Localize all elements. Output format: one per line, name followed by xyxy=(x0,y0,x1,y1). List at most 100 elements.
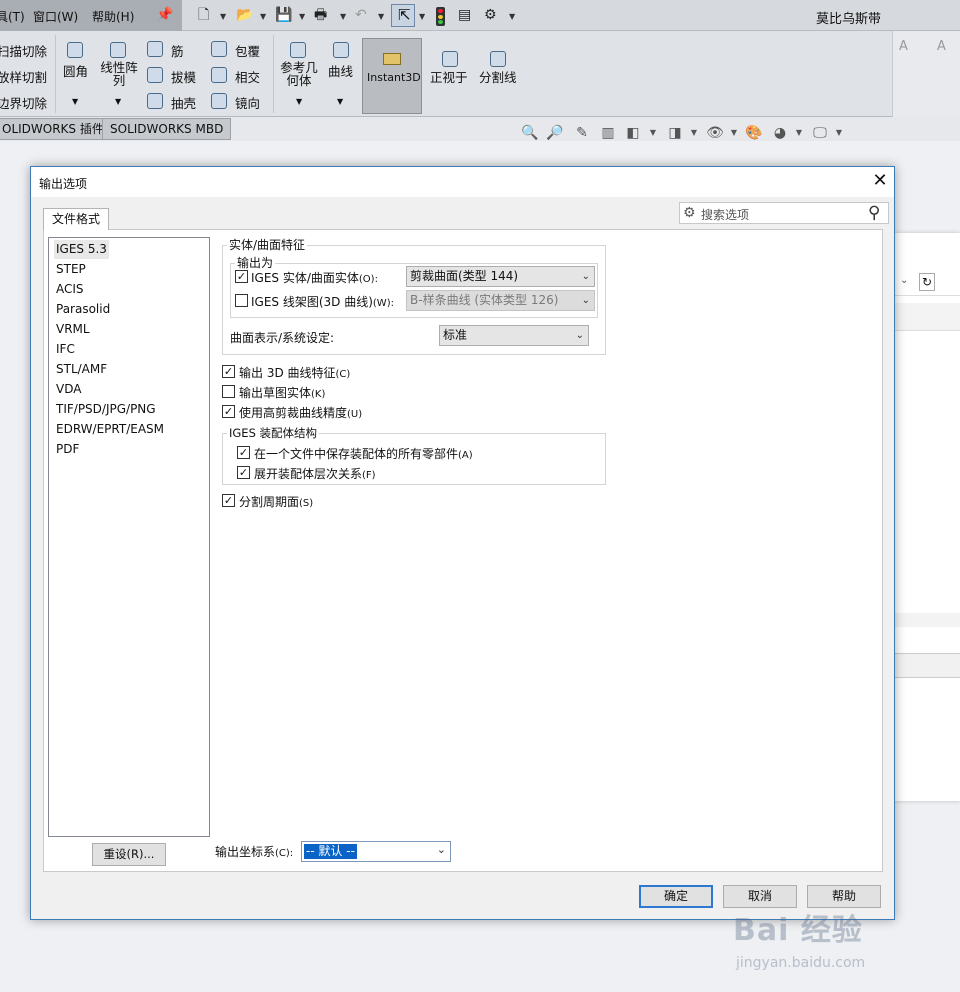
iges-solid-shortcut: (O): xyxy=(358,274,378,285)
chevron-down-icon[interactable]: ▼ xyxy=(689,124,699,142)
save-all-components-checkbox[interactable]: ✓ xyxy=(237,446,250,459)
edit-appearance-icon[interactable]: 🎨 xyxy=(745,124,763,142)
flatten-hierarchy-checkbox[interactable]: ✓ xyxy=(237,466,250,479)
list-item-image[interactable]: TIF/PSD/JPG/PNG xyxy=(54,400,158,419)
rib-button[interactable]: 筋 xyxy=(171,41,184,60)
iges-wireframe-checkbox[interactable] xyxy=(235,294,248,307)
chevron-down-icon[interactable]: ▼ xyxy=(220,7,226,26)
draft-button[interactable]: 拔模 xyxy=(171,67,196,86)
menu-window[interactable]: 窗口(W) xyxy=(33,8,78,25)
chevron-down-icon[interactable]: ▼ xyxy=(72,97,78,106)
tab-solidworks-addins[interactable]: OLIDWORKS 插件 xyxy=(0,118,112,140)
tab-file-format[interactable]: 文件格式 xyxy=(43,208,109,230)
iges-wireframe-text: IGES 线架图(3D 曲线) xyxy=(251,295,373,309)
split-periodic-faces-checkbox[interactable]: ✓ xyxy=(222,494,235,507)
background-header xyxy=(894,303,960,331)
high-precision-checkbox[interactable]: ✓ xyxy=(222,405,235,418)
text-icon[interactable]: A xyxy=(899,39,908,54)
refresh-icon[interactable]: ↻ xyxy=(919,273,935,291)
chevron-down-icon[interactable]: ▼ xyxy=(648,124,658,142)
tab-solidworks-mbd[interactable]: SOLIDWORKS MBD xyxy=(102,118,232,140)
shell-button[interactable]: 抽壳 xyxy=(171,93,196,112)
chevron-down-icon[interactable]: ▼ xyxy=(340,7,346,26)
hide-show-icon[interactable]: 👁 xyxy=(706,124,724,142)
chevron-down-icon[interactable]: ▼ xyxy=(378,7,384,26)
list-item-acis[interactable]: ACIS xyxy=(54,280,86,299)
chevron-down-icon[interactable]: ▼ xyxy=(419,7,425,26)
close-icon[interactable]: ✕ xyxy=(869,170,891,192)
gear-icon[interactable]: ⚙ xyxy=(484,6,497,25)
swept-cut-button[interactable]: 扫描切除 xyxy=(0,41,47,60)
list-item-edrawings[interactable]: EDRW/EPRT/EASM xyxy=(54,420,166,439)
iges-solid-type-select[interactable]: 剪裁曲面(类型 144) ⌄ xyxy=(406,266,595,287)
chevron-down-icon[interactable]: ▼ xyxy=(337,97,343,106)
output-coordinate-shortcut: (C): xyxy=(275,848,294,859)
linear-pattern-button[interactable]: 线性阵列 xyxy=(99,61,139,87)
search-options-input[interactable]: ⚙ 搜索选项 ⚲ xyxy=(679,202,889,224)
list-item-iges[interactable]: IGES 5.3 xyxy=(54,240,109,259)
list-item-pdf[interactable]: PDF xyxy=(54,440,81,459)
search-icon[interactable]: ⚲ xyxy=(868,203,880,223)
reference-geometry-button[interactable]: 参考几何体 xyxy=(279,61,319,87)
chevron-down-icon[interactable]: ▼ xyxy=(296,97,302,106)
lofted-cut-button[interactable]: 放样切割 xyxy=(0,67,47,86)
list-item-parasolid[interactable]: Parasolid xyxy=(54,300,112,319)
chevron-down-icon[interactable]: ▼ xyxy=(834,124,844,142)
file-properties-icon[interactable]: ▤ xyxy=(458,6,471,25)
list-item-ifc[interactable]: IFC xyxy=(54,340,77,359)
instant3d-label: Instant3D xyxy=(367,71,421,84)
high-precision-label: 使用高剪裁曲线精度(U) xyxy=(239,404,362,421)
view-settings-icon[interactable]: 🖵 xyxy=(811,124,829,142)
dynamic-annotation-icon[interactable]: ◧ xyxy=(624,124,642,142)
open-folder-icon[interactable]: 📂 xyxy=(236,6,253,25)
chevron-down-icon[interactable]: ▼ xyxy=(299,7,305,26)
chevron-down-icon[interactable]: ▼ xyxy=(115,97,121,106)
traffic-light-icon[interactable] xyxy=(436,7,445,26)
boundary-cut-button[interactable]: 边界切除 xyxy=(0,93,47,112)
list-item-step[interactable]: STEP xyxy=(54,260,88,279)
menu-tools[interactable]: 具(T) xyxy=(0,8,25,25)
instant3d-button[interactable]: Instant3D xyxy=(362,38,422,114)
mirror-button[interactable]: 镜向 xyxy=(235,93,260,112)
export-3d-curves-checkbox[interactable]: ✓ xyxy=(222,365,235,378)
print-icon[interactable]: 🖶 xyxy=(314,6,327,25)
zoom-area-icon[interactable]: 🔎 xyxy=(546,124,564,142)
list-item-vda[interactable]: VDA xyxy=(54,380,83,399)
scene-icon[interactable]: ◕ xyxy=(771,124,789,142)
zoom-to-fit-icon[interactable]: 🔍 xyxy=(521,124,539,142)
gear-icon[interactable]: ⚙ xyxy=(683,205,696,221)
section-view-icon[interactable]: ▥ xyxy=(599,124,617,142)
chevron-down-icon[interactable]: ▼ xyxy=(260,7,266,26)
surface-representation-select[interactable]: 标准 ⌄ xyxy=(439,325,589,346)
chevron-down-icon[interactable]: ▼ xyxy=(729,124,739,142)
file-format-list[interactable]: IGES 5.3 STEP ACIS Parasolid VRML IFC ST… xyxy=(48,237,210,837)
new-document-icon[interactable]: 🗋 xyxy=(198,6,209,25)
curves-button[interactable]: 曲线 xyxy=(328,61,353,80)
undo-icon[interactable]: ↶ xyxy=(355,6,367,25)
list-item-stl-amf[interactable]: STL/AMF xyxy=(54,360,109,379)
previous-view-icon[interactable]: ✎ xyxy=(573,124,591,142)
view-orientation-icon[interactable]: ◨ xyxy=(666,124,684,142)
export-sketch-checkbox[interactable] xyxy=(222,385,235,398)
output-coordinate-select[interactable]: -- 默认 -- ⌄ xyxy=(301,841,451,862)
chevron-down-icon[interactable]: ⌄ xyxy=(900,275,908,286)
wrap-button[interactable]: 包覆 xyxy=(235,41,260,60)
text-style-icon[interactable]: A xyxy=(937,39,946,54)
pin-icon[interactable]: 📌 xyxy=(156,6,173,25)
intersect-button[interactable]: 相交 xyxy=(235,67,260,86)
fillet-button[interactable]: 圆角 xyxy=(63,61,88,80)
ok-button[interactable]: 确定 xyxy=(639,885,713,908)
iges-solid-checkbox[interactable]: ✓ xyxy=(235,270,248,283)
chevron-down-icon[interactable]: ▼ xyxy=(509,7,515,26)
menu-help[interactable]: 帮助(H) xyxy=(92,8,134,25)
rib-icon xyxy=(147,41,163,57)
normal-to-button[interactable]: 正视于 xyxy=(430,67,468,86)
split-line-button[interactable]: 分割线 xyxy=(479,67,517,86)
list-item-vrml[interactable]: VRML xyxy=(54,320,92,339)
select-pointer-icon[interactable]: ⇱ xyxy=(391,4,415,27)
chevron-down-icon[interactable]: ▼ xyxy=(794,124,804,142)
reset-button[interactable]: 重设(R)... xyxy=(92,843,166,866)
feature-ribbon: 扫描切除 放样切割 边界切除 圆角 ▼ 线性阵列 ▼ 筋 拔模 抽壳 包覆 相交… xyxy=(0,31,892,117)
solid-surface-group-title: 实体/曲面特征 xyxy=(227,236,308,253)
save-icon[interactable]: 💾 xyxy=(275,6,292,25)
